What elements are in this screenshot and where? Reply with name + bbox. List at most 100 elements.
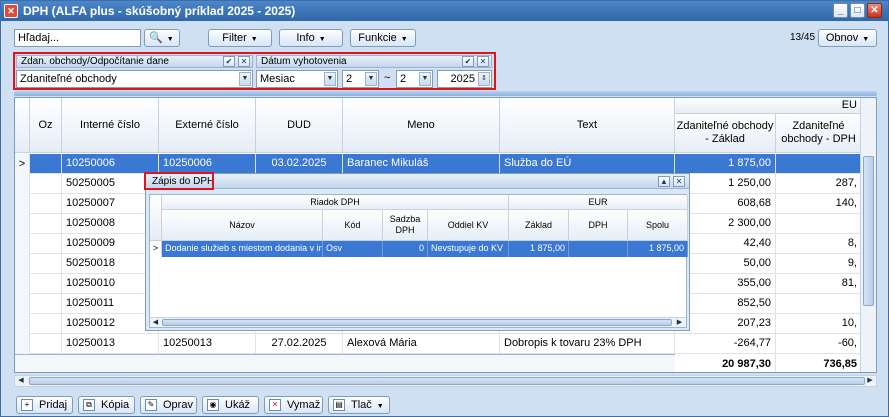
scroll-thumb[interactable] bbox=[162, 319, 672, 326]
cell-zaklad[interactable]: 42,40 bbox=[675, 234, 776, 254]
panel-splitter[interactable] bbox=[14, 91, 877, 96]
cell-dph[interactable] bbox=[776, 154, 862, 174]
row-indicator[interactable] bbox=[15, 314, 30, 335]
sub-column-zaklad[interactable]: Základ bbox=[509, 210, 569, 241]
cell-meno[interactable]: Baranec Mikuláš bbox=[343, 154, 500, 174]
scroll-right-icon[interactable]: ▶ bbox=[675, 318, 684, 327]
grid-horizontal-scrollbar[interactable]: ◀ ▶ bbox=[14, 375, 877, 387]
sub-cell-spolu[interactable]: 1 875,00 bbox=[628, 241, 688, 257]
scroll-left-icon[interactable]: ◀ bbox=[16, 376, 26, 386]
search-input[interactable]: Hľadaj... bbox=[14, 29, 141, 47]
column-header-dud[interactable]: DUD bbox=[256, 98, 343, 153]
cell-dph[interactable] bbox=[776, 214, 862, 234]
sub-column-sadzba[interactable]: Sadzba DPH bbox=[383, 210, 428, 241]
cell-oz[interactable] bbox=[30, 314, 62, 334]
row-indicator[interactable] bbox=[15, 294, 30, 315]
cell-dud[interactable]: 03.02.2025 bbox=[256, 154, 343, 174]
cell-text[interactable]: Služba do EÚ bbox=[500, 154, 675, 174]
oprav-button[interactable]: ✎ Oprav bbox=[140, 396, 197, 414]
cell-zaklad[interactable]: 1 250,00 bbox=[675, 174, 776, 194]
cell-oz[interactable] bbox=[30, 254, 62, 274]
cell-zaklad[interactable]: -264,77 bbox=[675, 334, 776, 354]
filter-button[interactable]: Filter ▼ bbox=[208, 29, 272, 47]
sub-column-dph[interactable]: DPH bbox=[569, 210, 628, 241]
sub-horizontal-scrollbar[interactable]: ◀ ▶ bbox=[150, 317, 686, 327]
cell-oz[interactable] bbox=[30, 294, 62, 314]
row-indicator[interactable] bbox=[15, 214, 30, 235]
cell-zaklad[interactable]: 207,23 bbox=[675, 314, 776, 334]
sub-column-spolu[interactable]: Spolu bbox=[628, 210, 688, 241]
cell-oz[interactable] bbox=[30, 334, 62, 354]
search-button[interactable]: 🔍 ▼ bbox=[144, 29, 180, 47]
ukaz-button[interactable]: ◉ Ukáž bbox=[202, 396, 259, 414]
cell-oz[interactable] bbox=[30, 174, 62, 194]
maximize-icon[interactable]: □ bbox=[850, 3, 865, 18]
cell-zaklad[interactable]: 2 300,00 bbox=[675, 214, 776, 234]
cell-zaklad[interactable]: 50,00 bbox=[675, 254, 776, 274]
sub-cell-zaklad[interactable]: 1 875,00 bbox=[509, 241, 569, 257]
cell-meno[interactable]: Alexová Mária bbox=[343, 334, 500, 354]
obnov-button[interactable]: Obnov ▼ bbox=[818, 29, 877, 47]
scroll-right-icon[interactable]: ▶ bbox=[865, 376, 875, 386]
funkcie-button[interactable]: Funkcie ▼ bbox=[350, 29, 416, 47]
column-header-dph[interactable]: Zdaniteľné obchody - DPH bbox=[776, 114, 862, 153]
cell-dph[interactable]: 287, bbox=[776, 174, 862, 194]
close-icon[interactable]: ✕ bbox=[867, 3, 882, 18]
cell-zaklad[interactable]: 608,68 bbox=[675, 194, 776, 214]
cell-text[interactable]: Dobropis k tovaru 23% DPH bbox=[500, 334, 675, 354]
cell-dph[interactable]: 10, bbox=[776, 314, 862, 334]
cell-oz[interactable] bbox=[30, 214, 62, 234]
sub-cell-nazov[interactable]: Dodanie služieb s miestom dodania v inom bbox=[162, 241, 323, 257]
cell-externe[interactable]: 10250013 bbox=[159, 334, 256, 354]
row-indicator[interactable] bbox=[15, 234, 30, 255]
cell-zaklad[interactable]: 852,50 bbox=[675, 294, 776, 314]
cell-zaklad[interactable]: 355,00 bbox=[675, 274, 776, 294]
collapse-icon[interactable]: ▲ bbox=[658, 176, 670, 187]
tlac-button[interactable]: ▤ Tlač ▼ bbox=[328, 396, 390, 414]
grid-vertical-scrollbar[interactable] bbox=[860, 98, 876, 372]
cell-dph[interactable]: 8, bbox=[776, 234, 862, 254]
cell-dph[interactable]: 9, bbox=[776, 254, 862, 274]
cell-oz[interactable] bbox=[30, 274, 62, 294]
sub-column-oddiel[interactable]: Oddiel KV bbox=[428, 210, 509, 241]
cell-externe[interactable]: 10250006 bbox=[159, 154, 256, 174]
info-button[interactable]: Info ▼ bbox=[279, 29, 343, 47]
sub-column-nazov[interactable]: Názov bbox=[162, 210, 323, 241]
column-header-interne[interactable]: Interné číslo bbox=[62, 98, 159, 153]
cell-dph[interactable]: -60, bbox=[776, 334, 862, 354]
column-header-zaklad[interactable]: Zdaniteľné obchody - Základ bbox=[675, 114, 776, 153]
row-indicator[interactable] bbox=[15, 334, 30, 355]
column-header-externe[interactable]: Externé číslo bbox=[159, 98, 256, 153]
sub-column-kod[interactable]: Kód bbox=[323, 210, 383, 241]
sub-cell-sadzba[interactable]: 0 bbox=[383, 241, 428, 257]
row-indicator[interactable] bbox=[15, 254, 30, 275]
row-indicator[interactable] bbox=[15, 194, 30, 215]
scroll-thumb[interactable] bbox=[29, 377, 865, 385]
cell-oz[interactable] bbox=[30, 194, 62, 214]
cell-oz[interactable] bbox=[30, 234, 62, 254]
row-indicator[interactable] bbox=[15, 274, 30, 295]
column-header-text[interactable]: Text bbox=[500, 98, 675, 153]
cell-oz[interactable] bbox=[30, 154, 62, 174]
vymaz-button[interactable]: ✕ Vymaž bbox=[264, 396, 323, 414]
sub-cell-kod[interactable]: Osv bbox=[323, 241, 383, 257]
cell-dud[interactable]: 27.02.2025 bbox=[256, 334, 343, 354]
scroll-thumb[interactable] bbox=[863, 156, 874, 306]
cell-interne[interactable]: 10250006 bbox=[62, 154, 159, 174]
scroll-left-icon[interactable]: ◀ bbox=[151, 318, 160, 327]
minimize-icon[interactable]: _ bbox=[833, 3, 848, 18]
row-pointer-icon[interactable]: > bbox=[15, 154, 30, 175]
cell-dph[interactable]: 81, bbox=[776, 274, 862, 294]
cell-dph[interactable]: 140, bbox=[776, 194, 862, 214]
row-indicator[interactable] bbox=[15, 174, 30, 195]
cell-interne[interactable]: 10250013 bbox=[62, 334, 159, 354]
pridaj-button[interactable]: + Pridaj bbox=[16, 396, 73, 414]
sub-cell-dph[interactable] bbox=[569, 241, 628, 257]
cell-dph[interactable] bbox=[776, 294, 862, 314]
kopia-button[interactable]: ⧉ Kópia bbox=[78, 396, 135, 414]
cell-zaklad[interactable]: 1 875,00 bbox=[675, 154, 776, 174]
column-header-meno[interactable]: Meno bbox=[343, 98, 500, 153]
column-header-oz[interactable]: Oz bbox=[30, 98, 62, 153]
sub-cell-oddiel[interactable]: Nevstupuje do KV bbox=[428, 241, 509, 257]
close-icon[interactable]: ✕ bbox=[673, 176, 685, 187]
